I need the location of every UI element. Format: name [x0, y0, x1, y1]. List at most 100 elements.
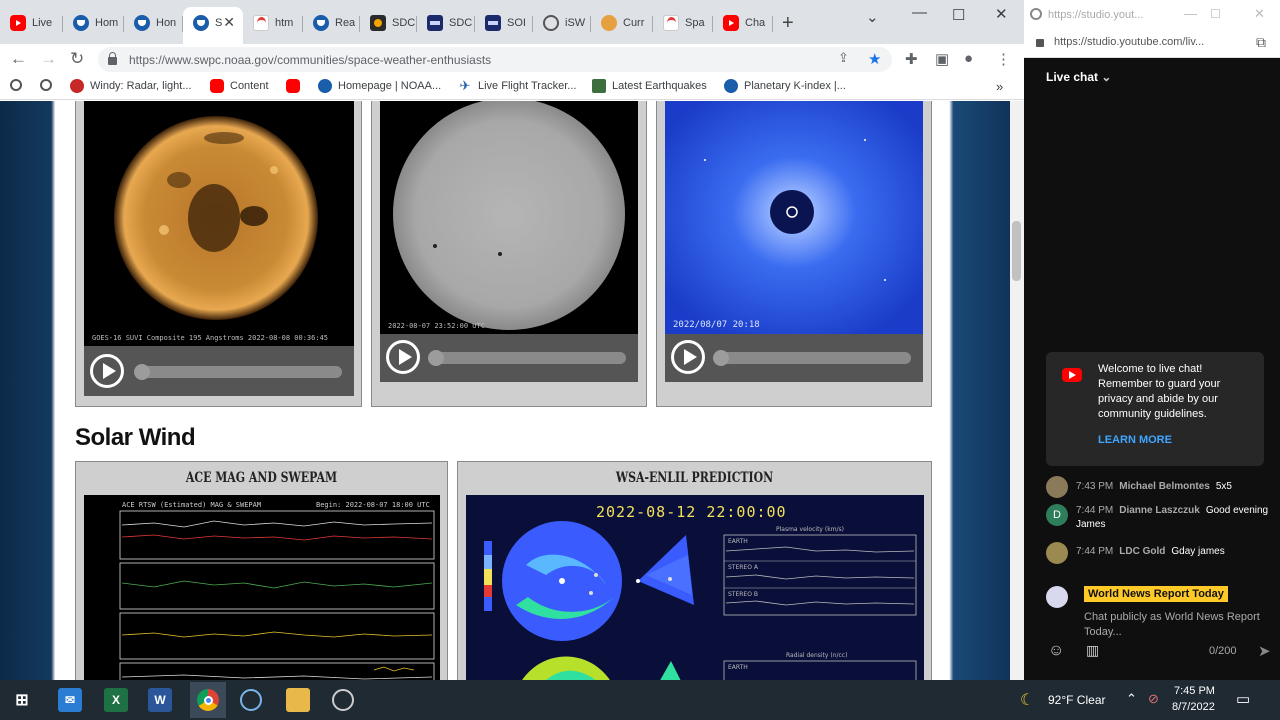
- lasco-slider-handle[interactable]: [713, 350, 729, 366]
- lasco-play-button[interactable]: [671, 340, 705, 374]
- maximize-button[interactable]: ☐: [952, 6, 965, 24]
- channel-name-chip: World News Report Today: [1084, 586, 1228, 602]
- windows-start-icon[interactable]: ⊞: [10, 688, 34, 712]
- chat-window-url: https://studio.youtube.com/liv...: [1054, 36, 1205, 48]
- mail-icon[interactable]: ✉: [58, 688, 82, 712]
- maximize-button[interactable]: ☐: [1210, 7, 1221, 21]
- coronagraph-graphic: [665, 101, 923, 334]
- reload-icon[interactable]: ↻: [70, 49, 84, 69]
- bookmark-kindex[interactable]: Planetary K-index |...: [724, 79, 846, 93]
- suvi-slider-handle[interactable]: [134, 364, 150, 380]
- screen-share-icon[interactable]: ⧉: [1256, 34, 1266, 51]
- tab-5[interactable]: htm: [243, 8, 303, 38]
- welcome-text: Welcome to live chat! Remember to guard …: [1098, 363, 1221, 420]
- tab-3[interactable]: Hon: [124, 8, 183, 38]
- page-scrollbar[interactable]: [1010, 101, 1024, 680]
- soho-icon: [485, 15, 501, 31]
- tab-13[interactable]: Cha: [713, 8, 773, 38]
- chevron-up-icon[interactable]: ⌃: [1126, 691, 1137, 707]
- forward-icon[interactable]: →: [40, 49, 57, 69]
- side-panel-icon[interactable]: ▣: [935, 50, 949, 68]
- tab-9[interactable]: SOI: [475, 8, 533, 38]
- back-icon[interactable]: ←: [10, 49, 27, 69]
- learn-more-link[interactable]: LEARN MORE: [1098, 434, 1172, 446]
- excel-icon[interactable]: X: [104, 688, 128, 712]
- weather-icon: ☾: [1020, 692, 1035, 709]
- weather-text[interactable]: 92°F Clear: [1048, 693, 1106, 707]
- enlil-bottom-plot-label: Radial density (n/cc): [786, 652, 847, 659]
- channel-avatar: [1046, 586, 1068, 608]
- tab-8[interactable]: SDC: [417, 8, 475, 38]
- bookmark-2[interactable]: [40, 79, 58, 91]
- send-icon[interactable]: ➤: [1258, 642, 1271, 660]
- clock-date[interactable]: 8/7/2022: [1172, 701, 1215, 713]
- bookmark-star-icon[interactable]: ★: [868, 50, 881, 68]
- bookmark-content[interactable]: Content: [210, 79, 269, 93]
- chrome-taskbar-button[interactable]: [190, 682, 226, 718]
- share-icon[interactable]: ⇪: [838, 50, 849, 66]
- page-scrollbar-thumb[interactable]: [1012, 221, 1021, 281]
- hmi-image[interactable]: 2022-08-07 23:52:00 UTC: [380, 101, 638, 334]
- word-icon[interactable]: W: [148, 688, 172, 712]
- tab-11[interactable]: Curr: [591, 8, 653, 38]
- chat-input[interactable]: Chat publicly as World News Report Today…: [1084, 610, 1280, 640]
- notifications-icon[interactable]: ▭: [1236, 690, 1250, 708]
- earthquake-icon: [592, 79, 606, 93]
- close-window-button[interactable]: ✕: [1254, 6, 1265, 22]
- enlil-plot[interactable]: 2022-08-12 22:00:00 Plasma velocity (km/…: [466, 495, 924, 680]
- chat-message: 7:44 PM LDC Gold Gday james: [1046, 542, 1278, 564]
- noaa-icon: [313, 15, 329, 31]
- tab-2[interactable]: Hom: [63, 8, 124, 38]
- hmi-slider-track[interactable]: [430, 352, 626, 364]
- youtube-icon: [286, 79, 300, 93]
- ace-plot[interactable]: ACE RTSW (Estimated) MAG & SWEPAM Begin:…: [84, 495, 440, 680]
- file-explorer-icon[interactable]: [286, 688, 310, 712]
- tab-7[interactable]: SDC: [360, 8, 417, 38]
- lasco-image[interactable]: 2022/08/07 20:18: [665, 101, 923, 334]
- app-icon[interactable]: [332, 689, 354, 711]
- suvi-image[interactable]: GOES-16 SUVI Composite 195 Angstroms 202…: [84, 101, 354, 346]
- tab-active[interactable]: S ✕: [183, 7, 243, 44]
- cortana-icon[interactable]: [240, 689, 262, 711]
- emoji-icon[interactable]: ☺: [1048, 642, 1064, 660]
- stats-icon[interactable]: ▥: [1086, 642, 1099, 659]
- suvi-play-button[interactable]: [90, 354, 124, 388]
- network-icon[interactable]: ⊘: [1148, 691, 1159, 707]
- bookmark-noaa[interactable]: Homepage | NOAA...: [318, 79, 441, 93]
- tab-12[interactable]: Spa: [653, 8, 713, 38]
- youtube-icon: [10, 15, 26, 31]
- suvi-slider-track[interactable]: [136, 366, 342, 378]
- globe-icon: [1030, 8, 1042, 20]
- enlil-title: WSA-ENLIL PREDICTION: [615, 470, 774, 486]
- bookmark-youtube[interactable]: [286, 79, 306, 93]
- avatar[interactable]: D: [1046, 504, 1068, 526]
- lasco-slider-track[interactable]: [715, 352, 911, 364]
- extensions-icon[interactable]: ✚: [905, 50, 918, 68]
- clock-time[interactable]: 7:45 PM: [1174, 685, 1215, 697]
- close-window-button[interactable]: ✕: [995, 5, 1008, 23]
- bookmark-windy[interactable]: Windy: Radar, light...: [70, 79, 192, 93]
- avatar[interactable]: [1046, 542, 1068, 564]
- live-chat-header[interactable]: Live chat ⌄: [1046, 70, 1111, 84]
- bookmark-1[interactable]: [10, 79, 28, 91]
- enlil-stereo-a-label: STEREO A: [728, 564, 759, 571]
- bookmark-flight[interactable]: ✈ Live Flight Tracker...: [458, 78, 577, 93]
- tab-10[interactable]: iSW: [533, 8, 591, 38]
- minimize-button[interactable]: —: [912, 4, 927, 21]
- tab-1[interactable]: Live: [0, 8, 63, 38]
- close-tab-icon[interactable]: ✕: [223, 14, 235, 31]
- menu-icon[interactable]: ⋮: [996, 50, 1011, 68]
- lock-icon: [1036, 39, 1044, 47]
- globe-icon: [10, 79, 22, 91]
- minimize-button[interactable]: —: [1184, 6, 1197, 21]
- avatar[interactable]: [1046, 476, 1068, 498]
- new-tab-button[interactable]: +: [782, 12, 794, 35]
- hmi-slider-handle[interactable]: [428, 350, 444, 366]
- more-bookmarks-icon[interactable]: »: [996, 79, 1003, 94]
- tab-6[interactable]: Rea: [303, 8, 360, 38]
- tab-search-icon[interactable]: ⌄: [866, 8, 879, 26]
- address-bar[interactable]: https://www.swpc.noaa.gov/communities/sp…: [98, 47, 892, 72]
- bookmark-earthquakes[interactable]: Latest Earthquakes: [592, 79, 707, 93]
- profile-icon[interactable]: ●: [964, 50, 973, 67]
- hmi-play-button[interactable]: [386, 340, 420, 374]
